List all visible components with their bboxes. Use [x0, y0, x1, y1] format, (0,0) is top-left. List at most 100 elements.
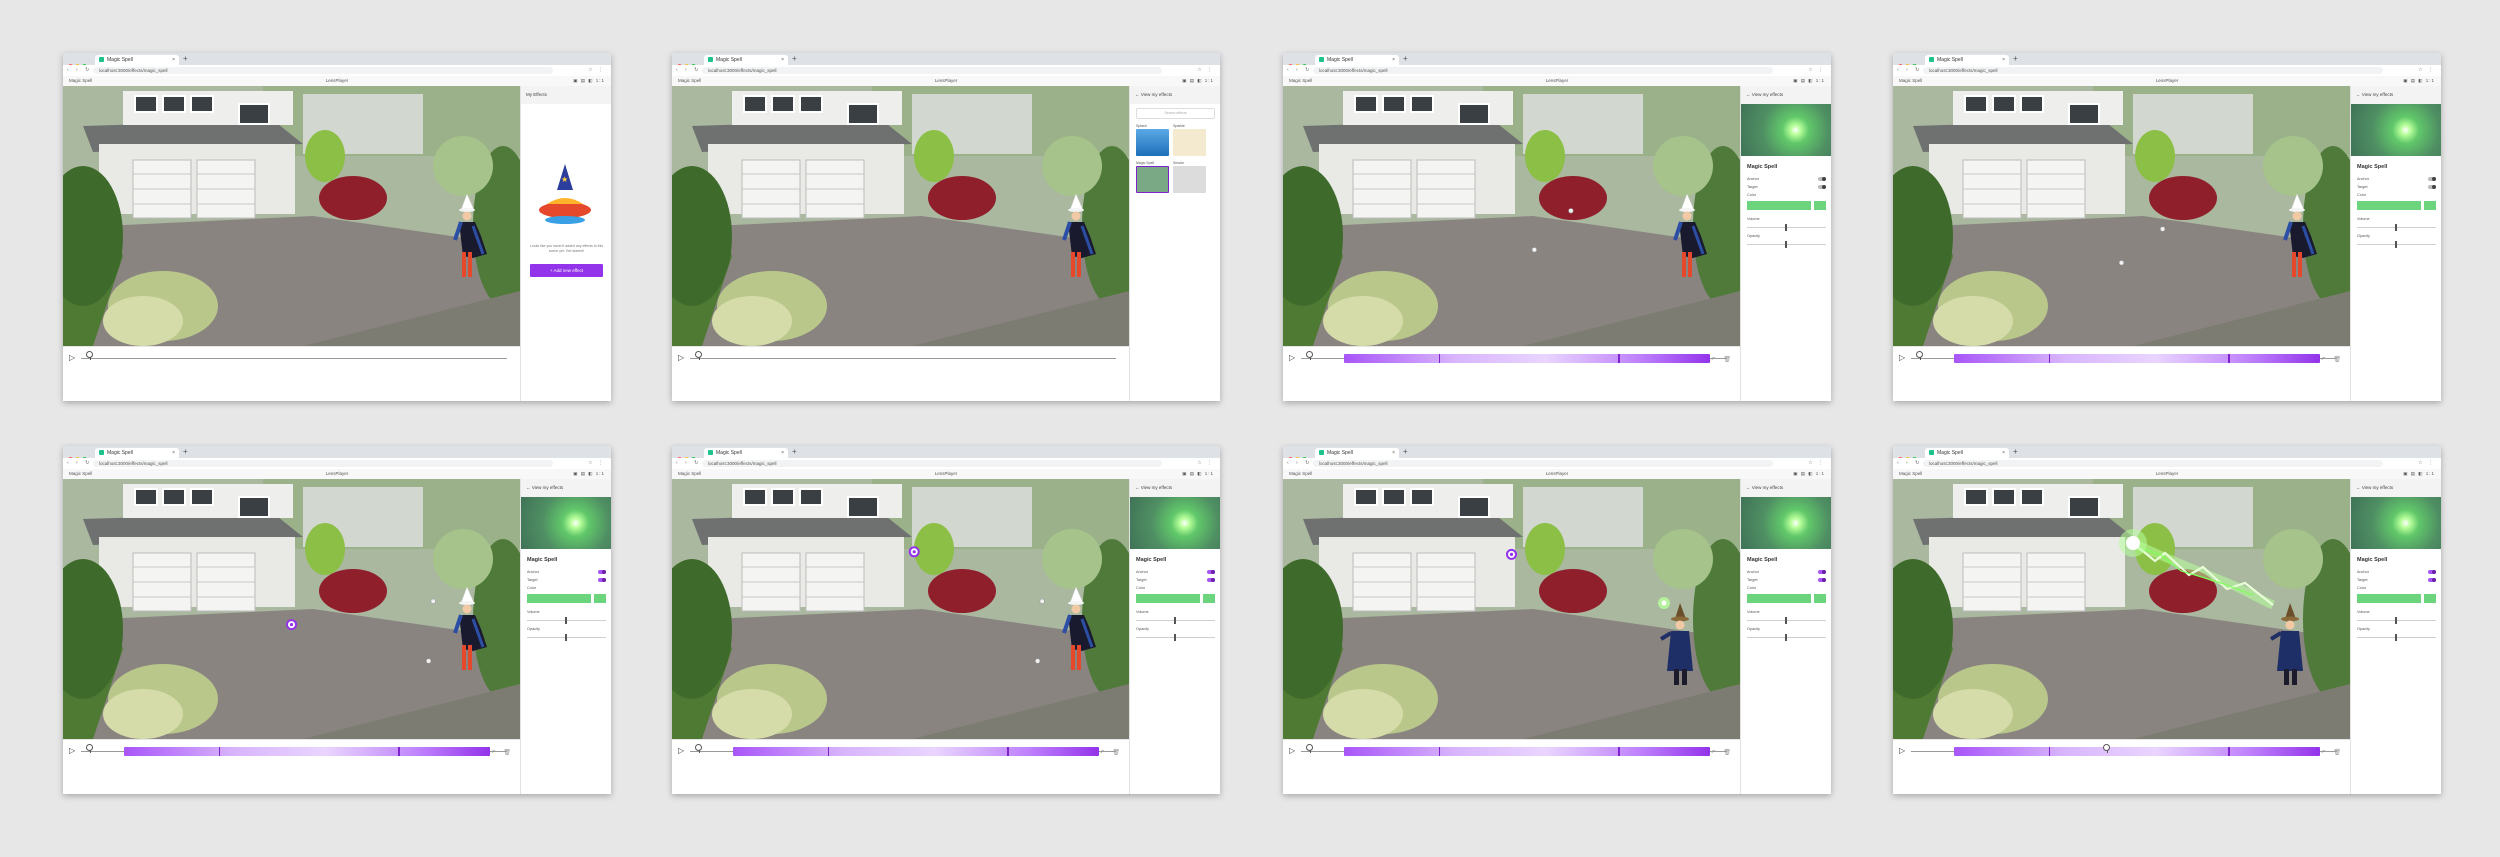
clip-marker[interactable]	[1438, 354, 1441, 363]
effect-card-splash[interactable]: Splash	[1136, 123, 1171, 156]
play-icon[interactable]: ▷	[678, 746, 684, 755]
target-marker[interactable]	[1039, 598, 1045, 604]
nav-buttons[interactable]: ‹ › ↻	[67, 460, 92, 466]
clip-marker[interactable]	[1007, 747, 1009, 756]
new-tab-button[interactable]: +	[2013, 54, 2018, 64]
target-toggle[interactable]	[2428, 578, 2436, 582]
browser-tab[interactable]: Magic Spell ×	[1925, 448, 2009, 458]
volume-slider[interactable]	[1136, 616, 1215, 625]
anchor-toggle[interactable]	[1818, 570, 1826, 574]
color-bar[interactable]	[1747, 201, 1811, 210]
new-tab-button[interactable]: +	[183, 447, 188, 457]
target-marker[interactable]	[1531, 247, 1537, 253]
target-marker[interactable]	[426, 658, 432, 664]
color-picker[interactable]	[1747, 201, 1826, 210]
browser-menu-icon[interactable]: ☆ ⋮	[1197, 67, 1214, 73]
browser-tab[interactable]: Magic Spell ×	[1925, 55, 2009, 65]
anchor-marker[interactable]	[908, 546, 920, 558]
browser-menu-icon[interactable]: ☆ ⋮	[1808, 67, 1825, 73]
close-tab-icon[interactable]: ×	[1392, 55, 1395, 65]
volume-slider[interactable]	[527, 616, 606, 625]
timeline[interactable]: ▷ ↶ 🗑	[63, 739, 520, 794]
effect-card-sparkle[interactable]: Sparkle	[1173, 123, 1208, 156]
close-tab-icon[interactable]: ×	[781, 448, 784, 458]
timeline[interactable]: ▷ ↶ 🗑	[672, 739, 1129, 794]
browser-menu-icon[interactable]: ☆ ⋮	[588, 67, 605, 73]
clip-marker[interactable]	[1618, 747, 1620, 756]
color-swatch[interactable]	[1814, 201, 1826, 210]
effect-clip[interactable]	[123, 747, 490, 756]
view-controls[interactable]: ▣ ▤ ◧ 1:1	[573, 469, 605, 479]
url-input[interactable]: localhost:3000/effects/magic_spell	[1313, 460, 1773, 467]
anchor-toggle[interactable]	[2428, 177, 2436, 181]
clip-marker[interactable]	[2048, 354, 2051, 363]
color-swatch[interactable]	[1203, 594, 1215, 603]
play-icon[interactable]: ▷	[678, 353, 684, 362]
volume-slider[interactable]	[2357, 223, 2436, 232]
play-icon[interactable]: ▷	[69, 746, 75, 755]
view-controls[interactable]: ▣ ▤ ◧ 1:1	[2403, 76, 2435, 86]
volume-slider[interactable]	[1747, 223, 1826, 232]
view-controls[interactable]: ▣ ▤ ◧ 1:1	[573, 76, 605, 86]
nav-buttons[interactable]: ‹ › ↻	[676, 460, 701, 466]
color-picker[interactable]	[1136, 594, 1215, 603]
video-canvas[interactable]	[63, 479, 520, 739]
color-bar[interactable]	[1136, 594, 1200, 603]
view-effects-link[interactable]: ← View my effects	[2351, 479, 2441, 497]
color-swatch[interactable]	[2424, 201, 2436, 210]
target-toggle[interactable]	[1818, 578, 1826, 582]
view-controls[interactable]: ▣ ▤ ◧ 1:1	[2403, 469, 2435, 479]
browser-tab[interactable]: Magic Spell ×	[95, 448, 179, 458]
anchor-toggle[interactable]	[1818, 177, 1826, 181]
browser-tab[interactable]: Magic Spell ×	[704, 448, 788, 458]
target-toggle[interactable]	[1818, 185, 1826, 189]
browser-menu-icon[interactable]: ☆ ⋮	[1808, 460, 1825, 466]
nav-buttons[interactable]: ‹ › ↻	[1287, 67, 1312, 73]
view-controls[interactable]: ▣ ▤ ◧ 1:1	[1182, 76, 1214, 86]
new-tab-button[interactable]: +	[1403, 447, 1408, 457]
color-picker[interactable]	[2357, 594, 2436, 603]
video-canvas[interactable]	[1893, 479, 2350, 739]
close-tab-icon[interactable]: ×	[2002, 55, 2005, 65]
url-input[interactable]: localhost:3000/effects/magic_spell	[1313, 67, 1773, 74]
close-tab-icon[interactable]: ×	[172, 448, 175, 458]
effect-clip[interactable]	[1343, 747, 1710, 756]
anchor-toggle[interactable]	[598, 570, 606, 574]
url-input[interactable]: localhost:3000/effects/magic_spell	[93, 460, 553, 467]
undo-delete-icons[interactable]: ↶ 🗑	[2321, 749, 2344, 756]
url-input[interactable]: localhost:3000/effects/magic_spell	[1923, 67, 2383, 74]
video-canvas[interactable]	[1893, 86, 2350, 346]
nav-buttons[interactable]: ‹ › ↻	[1897, 67, 1922, 73]
target-toggle[interactable]	[2428, 185, 2436, 189]
browser-tab[interactable]: Magic Spell ×	[1315, 55, 1399, 65]
color-bar[interactable]	[1747, 594, 1811, 603]
browser-menu-icon[interactable]: ☆ ⋮	[2418, 67, 2435, 73]
view-controls[interactable]: ▣ ▤ ◧ 1:1	[1182, 469, 1214, 479]
close-tab-icon[interactable]: ×	[172, 55, 175, 65]
effect-card-smoke[interactable]: Smoke	[1173, 160, 1208, 193]
view-controls[interactable]: ▣ ▤ ◧ 1:1	[1793, 469, 1825, 479]
target-marker[interactable]	[1035, 658, 1041, 664]
new-tab-button[interactable]: +	[792, 447, 797, 457]
effect-clip[interactable]	[1953, 354, 2320, 363]
color-swatch[interactable]	[594, 594, 606, 603]
nav-buttons[interactable]: ‹ › ↻	[676, 67, 701, 73]
opacity-slider[interactable]	[527, 633, 606, 642]
color-bar[interactable]	[2357, 594, 2421, 603]
new-tab-button[interactable]: +	[1403, 54, 1408, 64]
effect-search-input[interactable]: Search effects	[1136, 108, 1215, 119]
target-marker[interactable]	[2118, 260, 2125, 266]
anchor-marker[interactable]	[1506, 548, 1517, 560]
url-input[interactable]: localhost:3000/effects/magic_spell	[702, 460, 1162, 467]
timeline[interactable]: ▷	[63, 346, 520, 401]
view-effects-link[interactable]: ← View my effects	[1130, 479, 1220, 497]
color-picker[interactable]	[2357, 201, 2436, 210]
clip-marker[interactable]	[2048, 747, 2051, 756]
volume-slider[interactable]	[2357, 616, 2436, 625]
video-canvas[interactable]	[63, 86, 520, 346]
timeline[interactable]: ▷ ↶ 🗑	[1283, 346, 1740, 401]
anchor-marker[interactable]	[286, 619, 297, 631]
close-tab-icon[interactable]: ×	[1392, 448, 1395, 458]
effect-clip[interactable]	[1953, 747, 2320, 756]
clip-marker[interactable]	[2228, 747, 2230, 756]
